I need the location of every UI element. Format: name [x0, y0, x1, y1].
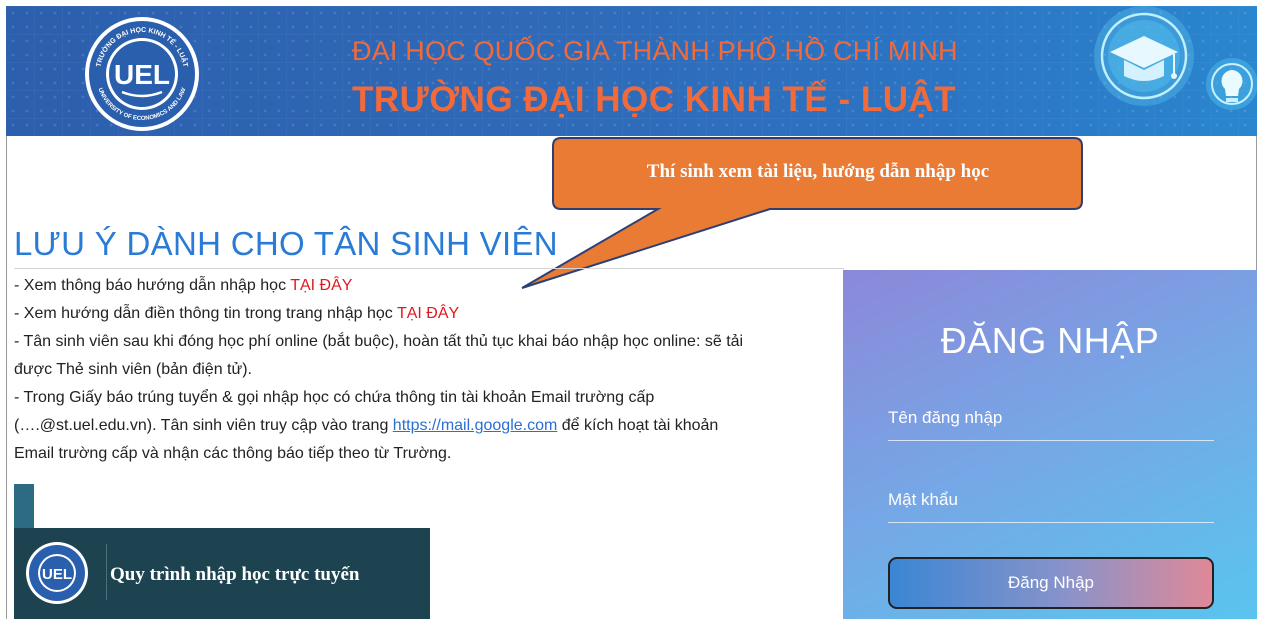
heading-divider [14, 268, 844, 269]
notice-item: - Xem thông báo hướng dẫn nhập học TẠI Đ… [14, 272, 844, 300]
notice-text: - Xem thông báo hướng dẫn nhập học [14, 277, 291, 294]
online-admission-card[interactable]: UEL Quy trình nhập học trực tuyến [14, 528, 430, 619]
promo-title: Quy trình nhập học trực tuyến [110, 564, 360, 585]
notice-item: được Thẻ sinh viên (bản điện tử). [14, 361, 252, 378]
notice-item: Email trường cấp và nhận các thông báo t… [14, 445, 452, 462]
callout-text: Thí sinh xem tài liệu, hướng dẫn nhập họ… [646, 161, 990, 182]
header-banner: TRƯỜNG ĐẠI HỌC KINH TẾ - LUẬT UNIVERSITY… [6, 6, 1257, 136]
password-field[interactable]: Mật khẩu [888, 490, 958, 510]
promo-logo-text: UEL [42, 566, 72, 583]
lightbulb-icon [1202, 54, 1257, 124]
promo-accent-bar [14, 484, 34, 528]
form-guide-link[interactable]: TẠI ĐÂY [397, 305, 459, 322]
university-line: ĐẠI HỌC QUỐC GIA THÀNH PHỐ HỒ CHÍ MINH [352, 36, 958, 66]
graduation-cap-icon [1088, 6, 1200, 118]
notice-item: - Trong Giấy báo trúng tuyển & gọi nhập … [14, 389, 655, 406]
page-title: LƯU Ý DÀNH CHO TÂN SINH VIÊN [14, 225, 558, 262]
login-button[interactable]: Đăng Nhập [888, 557, 1214, 609]
google-mail-link[interactable]: https://mail.google.com [393, 417, 558, 434]
notice-item: - Xem hướng dẫn điền thông tin trong tra… [14, 300, 844, 328]
notice-text: - Xem hướng dẫn điền thông tin trong tra… [14, 305, 397, 322]
notice-text: để kích hoạt tài khoản [557, 417, 719, 434]
school-name: TRƯỜNG ĐẠI HỌC KINH TẾ - LUẬT [352, 80, 957, 119]
username-field[interactable]: Tên đăng nhập [888, 408, 1002, 428]
password-underline [888, 522, 1214, 523]
notice-item: (….@st.uel.edu.vn). Tân sinh viên truy c… [14, 412, 844, 440]
uel-logo-small: UEL [24, 540, 90, 606]
notice-text: (….@st.uel.edu.vn). Tân sinh viên truy c… [14, 417, 393, 434]
login-title: ĐĂNG NHẬP [940, 320, 1160, 361]
login-panel: ĐĂNG NHẬP Tên đăng nhập Mật khẩu Đăng Nh… [843, 270, 1257, 619]
notice-item: - Tân sinh viên sau khi đóng học phí onl… [14, 333, 744, 350]
logo-text: UEL [114, 59, 170, 90]
admission-guide-link[interactable]: TẠI ĐÂY [290, 277, 352, 294]
uel-logo[interactable]: TRƯỜNG ĐẠI HỌC KINH TẾ - LUẬT UNIVERSITY… [82, 14, 202, 134]
promo-divider [106, 544, 107, 600]
notice-list: - Xem thông báo hướng dẫn nhập học TẠI Đ… [14, 272, 844, 468]
username-underline [888, 440, 1214, 441]
